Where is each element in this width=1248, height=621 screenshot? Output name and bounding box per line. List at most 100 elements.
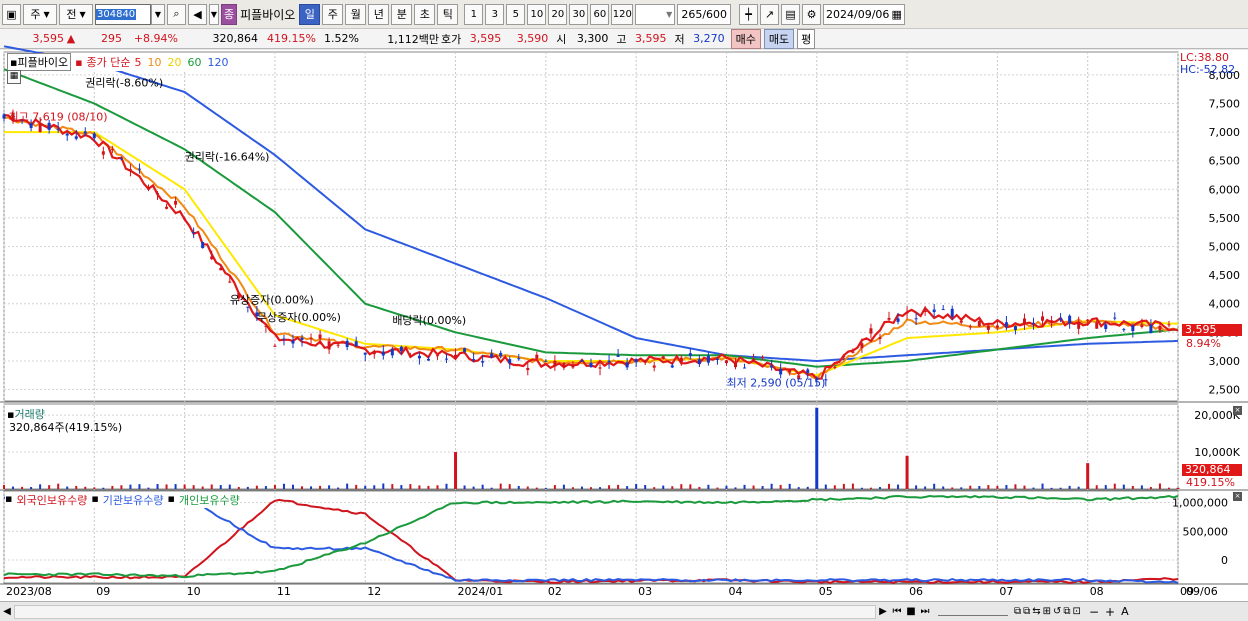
x-tick-label: 09 (96, 585, 110, 598)
candle-body (300, 337, 304, 340)
chart-annotation: 배당락(0.00%) (392, 314, 466, 327)
candle-body (128, 169, 132, 171)
last-volume-rate: 419.15% (1186, 476, 1235, 489)
volume-spike (1176, 487, 1180, 489)
volume-bar (689, 484, 692, 489)
volume-bar (472, 486, 475, 489)
volume-spike (815, 407, 819, 489)
close-icon[interactable]: × (1233, 406, 1242, 415)
volume-bar (788, 483, 791, 489)
volume-bar (915, 485, 918, 489)
candle-body (481, 361, 485, 363)
x-tick-label: 12 (367, 585, 381, 598)
x-tick-label: 11 (277, 585, 291, 598)
volume-bar (680, 484, 683, 489)
volume-bar (39, 484, 42, 489)
volume-bar (499, 483, 502, 489)
volume-bar (761, 486, 764, 489)
legend-institution[interactable]: 기관보유수량 (103, 492, 164, 508)
candle-body (535, 354, 539, 359)
volume-bar (282, 483, 285, 489)
volume-bar (138, 484, 141, 489)
candle-body (408, 355, 412, 357)
candle-body (83, 131, 87, 134)
volume-bar (580, 486, 583, 489)
volume-bar (553, 485, 556, 489)
candle-body (571, 364, 575, 368)
zoom-slider[interactable] (938, 608, 1008, 616)
chart-annotation: 무상증자(0.00%) (257, 311, 341, 324)
volume-bar (237, 486, 240, 489)
legend-type[interactable]: 종가 단순 (87, 54, 131, 70)
volume-bar (987, 485, 990, 489)
scroll-left-icon[interactable]: ◀ (0, 606, 14, 617)
volume-bar (743, 484, 746, 489)
volume-bar (869, 487, 872, 489)
chart-background (0, 50, 1248, 621)
candle-body (905, 312, 909, 314)
scroll-right-icon[interactable]: ▶ (876, 606, 890, 617)
candle-body (119, 158, 123, 160)
candle-body (878, 337, 882, 339)
legend-ma60[interactable]: 60 (188, 56, 202, 69)
holdings-tick-label: 500,000 (1183, 525, 1229, 538)
volume-bar (734, 487, 737, 489)
volume-bar (644, 485, 647, 489)
candle-body (589, 362, 593, 368)
candle-body (941, 309, 945, 311)
close-icon[interactable]: × (1233, 492, 1242, 501)
volume-bar (544, 487, 547, 489)
candle-body (183, 218, 187, 220)
legend-ma120[interactable]: 120 (208, 56, 229, 69)
lc-hc: LC:38.80 HC:-52.82 (1180, 52, 1235, 76)
candle-body (1068, 315, 1072, 324)
tool-icons[interactable]: ⧉⧉⇆⊞↺⧉⊡ (1014, 606, 1083, 617)
grid-toggle-icon[interactable]: ▦ (7, 70, 21, 84)
candle-body (562, 363, 566, 367)
stop-icon[interactable]: ■ (904, 606, 918, 617)
volume-bar (1131, 485, 1134, 489)
volume-bar (400, 485, 403, 489)
zoom-out-icon[interactable]: − (1089, 605, 1099, 619)
scrollbar-track[interactable] (14, 604, 876, 619)
candle-body (851, 351, 855, 353)
candle-body (1086, 319, 1090, 321)
chart-annotation: 권리락(-16.64%) (185, 151, 270, 164)
candle-body (977, 321, 981, 327)
volume-bar (1041, 483, 1044, 489)
candle-body (228, 281, 232, 283)
candle-body (246, 306, 250, 308)
candle-body (625, 362, 629, 368)
font-size-icon[interactable]: A (1121, 605, 1129, 618)
x-tick-label: 2024/01 (458, 585, 504, 598)
legend-foreign[interactable]: 외국인보유수량 (16, 492, 87, 508)
volume-bar (1032, 487, 1035, 489)
volume-bar (427, 485, 430, 489)
candle-body (959, 320, 963, 323)
candle-body (291, 340, 295, 344)
legend-ma20[interactable]: 20 (168, 56, 182, 69)
forward-icon[interactable]: ⏭ (918, 606, 932, 617)
candle-body (426, 358, 430, 361)
volume-bar (1014, 484, 1017, 489)
chart-svg: 2023/08 09 10 11 12 2024/01 02 03 04 05 06 07 08 0909… (0, 45, 1248, 621)
candle-body (508, 359, 512, 364)
candle-body (842, 356, 846, 358)
legend-ma10[interactable]: 10 (148, 56, 162, 69)
volume-bar (608, 485, 611, 489)
legend-stock[interactable]: ▪피플바이오 (7, 53, 72, 71)
rewind-icon[interactable]: ⏮ (890, 606, 904, 617)
legend-individual[interactable]: 개인보유수량 (179, 492, 240, 508)
volume-bar (960, 487, 963, 489)
candle-body (201, 242, 205, 249)
candle-body (56, 128, 60, 130)
candle-body (697, 359, 701, 365)
volume-bar (66, 486, 69, 489)
volume-bar (888, 483, 891, 489)
legend-ma5[interactable]: 5 (135, 56, 142, 69)
volume-bar (996, 485, 999, 489)
zoom-in-icon[interactable]: + (1105, 605, 1115, 619)
candle-body (869, 328, 873, 334)
volume-bar (833, 485, 836, 489)
candle-body (887, 317, 891, 320)
